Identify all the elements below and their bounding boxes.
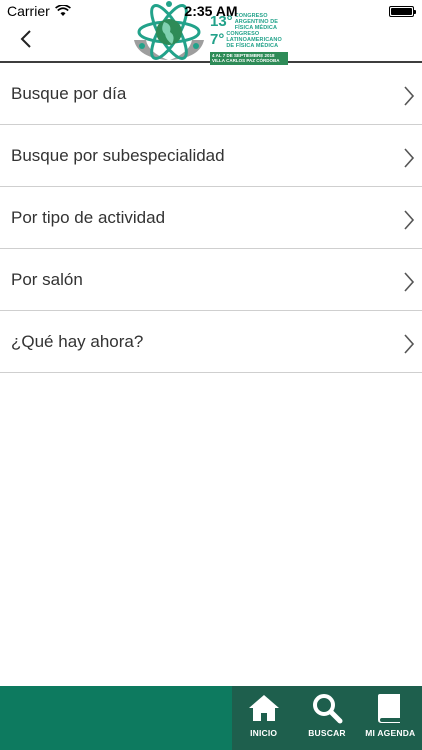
- chevron-right-icon: [404, 148, 415, 168]
- tab-group: INICIO BUSCAR MI AGENDA: [232, 686, 422, 750]
- search-icon: [310, 691, 344, 725]
- tab-mi-agenda[interactable]: MI AGENDA: [359, 686, 422, 750]
- tab-inicio[interactable]: INICIO: [232, 686, 295, 750]
- home-icon: [247, 691, 281, 725]
- list-item-label: ¿Qué hay ahora?: [11, 331, 144, 351]
- back-button[interactable]: [14, 26, 38, 52]
- status-time: 2:35 AM: [184, 3, 238, 19]
- list-item-label: Por tipo de actividad: [11, 207, 166, 227]
- status-bar: Carrier 2:35 AM: [0, 0, 422, 22]
- tab-buscar[interactable]: BUSCAR: [295, 686, 358, 750]
- list-item-label: Por salón: [11, 269, 83, 289]
- chevron-right-icon: [404, 210, 415, 230]
- tab-label: BUSCAR: [308, 728, 346, 738]
- list-item-por-salon[interactable]: Por salón: [0, 249, 422, 311]
- screen: 13° CONGRESO ARGENTINO DE FÍSICA MÉDICA …: [0, 0, 422, 750]
- bottom-tab-bar: INICIO BUSCAR MI AGENDA: [0, 686, 422, 750]
- chevron-right-icon: [404, 334, 415, 354]
- list-item-por-dia[interactable]: Busque por día: [0, 63, 422, 125]
- chevron-right-icon: [404, 86, 415, 106]
- battery-icon: [389, 6, 416, 17]
- tab-label: MI AGENDA: [365, 728, 416, 738]
- chevron-right-icon: [404, 272, 415, 292]
- list-item-por-subespecialidad[interactable]: Busque por subespecialidad: [0, 125, 422, 187]
- tab-label: INICIO: [250, 728, 278, 738]
- search-options-list: Busque por día Busque por subespecialida…: [0, 63, 422, 373]
- battery-level: [391, 8, 412, 15]
- list-item-que-hay-ahora[interactable]: ¿Qué hay ahora?: [0, 311, 422, 373]
- list-item-tipo-actividad[interactable]: Por tipo de actividad: [0, 187, 422, 249]
- logo-title-2: CONGRESO LATINOAMERICANO DE FÍSICA MÉDIC…: [226, 31, 282, 49]
- chevron-left-icon: [20, 30, 31, 48]
- list-item-label: Busque por subespecialidad: [11, 145, 225, 165]
- list-item-label: Busque por día: [11, 83, 127, 103]
- logo-edition-2: 7°: [210, 31, 225, 49]
- book-icon: [373, 691, 407, 725]
